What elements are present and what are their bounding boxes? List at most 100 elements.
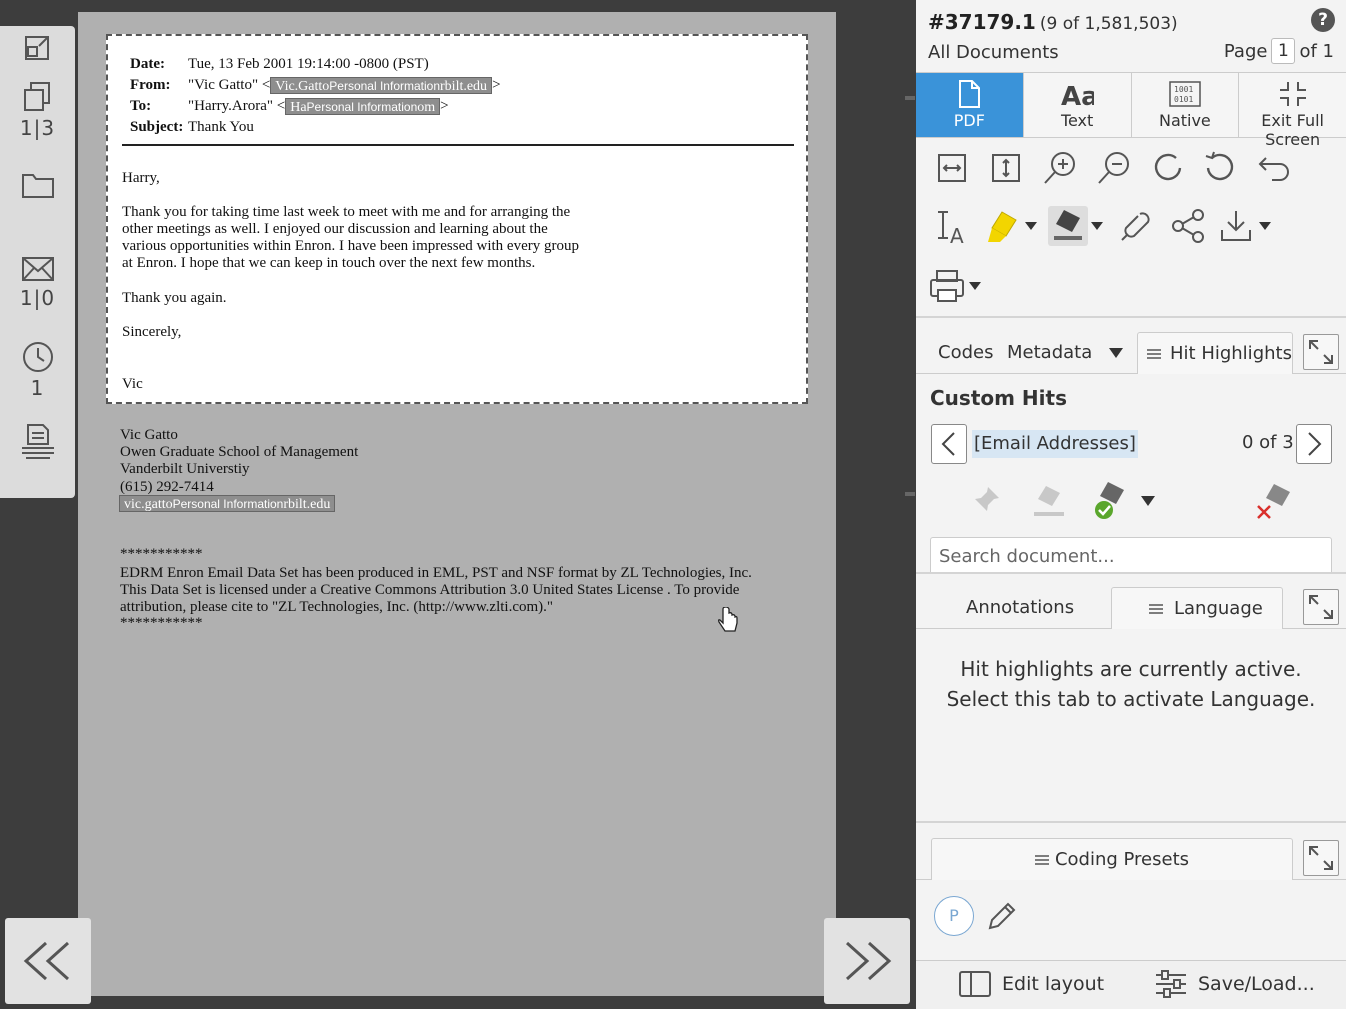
undo-icon[interactable] bbox=[1256, 152, 1292, 184]
tab-language[interactable]: Language bbox=[1111, 587, 1283, 629]
text-aa-icon: Aa bbox=[1061, 82, 1094, 109]
rotate-clockwise-icon[interactable] bbox=[1150, 150, 1186, 186]
document-stack-icon bbox=[21, 424, 54, 459]
header-divider bbox=[122, 144, 794, 146]
print-queue-button[interactable] bbox=[0, 422, 75, 462]
accept-dropdown-icon[interactable] bbox=[1140, 494, 1156, 508]
reject-marker-icon[interactable] bbox=[1254, 480, 1298, 524]
share-icon[interactable] bbox=[1170, 208, 1206, 244]
page-control: Page 1 of 1 bbox=[1224, 38, 1334, 64]
signature-email: vic.gattoPersonal Informationrbilt.edu bbox=[119, 495, 336, 513]
expand-annotation-panel-button[interactable] bbox=[1303, 589, 1339, 625]
expand-icon bbox=[1309, 595, 1333, 619]
bottom-bar: Edit layout Save/Load... bbox=[916, 960, 1346, 1009]
history-button[interactable]: 1 bbox=[0, 340, 75, 400]
previous-document-button[interactable] bbox=[5, 918, 91, 1004]
binary-file-icon: 10010101 bbox=[1169, 81, 1201, 107]
info-tabbar: Codes Metadata Hit Highlights bbox=[916, 332, 1346, 374]
collection-name[interactable]: All Documents bbox=[928, 42, 1059, 63]
tab-annotations[interactable]: Annotations bbox=[966, 587, 1074, 629]
expand-presets-panel-button[interactable] bbox=[1303, 840, 1339, 876]
more-tabs-dropdown-icon[interactable] bbox=[1108, 346, 1124, 360]
tab-coding-presets[interactable]: Coding Presets bbox=[931, 838, 1293, 880]
email-greeting: Harry, bbox=[122, 170, 160, 186]
print-icon[interactable] bbox=[928, 268, 966, 304]
highlighter-dropdown-icon[interactable] bbox=[1024, 220, 1038, 232]
rotate-counterclockwise-icon[interactable] bbox=[1202, 150, 1238, 186]
previous-hit-button[interactable] bbox=[931, 424, 967, 464]
fit-height-icon[interactable] bbox=[990, 152, 1022, 184]
pencil-icon[interactable] bbox=[984, 898, 1020, 934]
attach-link-icon[interactable] bbox=[1118, 208, 1154, 244]
text-select-icon[interactable]: A bbox=[934, 208, 970, 246]
tab-codes[interactable]: Codes bbox=[938, 332, 993, 374]
header-from: From: "Vic Gatto" < Vic.GattoPersonal Info… bbox=[130, 77, 501, 95]
svg-text:1001: 1001 bbox=[1174, 85, 1193, 94]
tab-metadata[interactable]: Metadata bbox=[1007, 332, 1092, 374]
expand-icon bbox=[1309, 846, 1333, 870]
folder-button[interactable] bbox=[0, 170, 75, 200]
popout-button[interactable] bbox=[0, 32, 75, 62]
sliders-icon bbox=[1156, 970, 1186, 998]
download-dropdown-icon[interactable] bbox=[1258, 220, 1272, 232]
double-chevron-left-icon bbox=[23, 941, 70, 981]
next-hit-button[interactable] bbox=[1296, 424, 1332, 464]
email-thread-button[interactable]: 1|0 bbox=[0, 254, 75, 310]
tab-hit-highlights[interactable]: Hit Highlights bbox=[1137, 332, 1293, 374]
drag-handle-icon bbox=[1149, 604, 1163, 614]
tab-text[interactable]: Aa Text bbox=[1023, 73, 1132, 137]
redaction-tool-bg[interactable] bbox=[1048, 206, 1088, 246]
redaction-box[interactable]: Vic.GattoPersonal Informationrbilt.edu bbox=[270, 77, 493, 95]
help-icon[interactable]: ? bbox=[1311, 8, 1335, 32]
save-load-button[interactable]: Save/Load... bbox=[1154, 969, 1315, 999]
edrm-notice: EDRM Enron Email Data Set has been produ… bbox=[120, 565, 752, 616]
hit-term[interactable]: [Email Addresses] bbox=[972, 430, 1138, 458]
pin-icon[interactable] bbox=[972, 484, 1002, 514]
panel-splitter[interactable] bbox=[905, 0, 915, 1009]
page-number-input[interactable]: 1 bbox=[1271, 38, 1296, 64]
attachments-button[interactable]: 1|3 bbox=[0, 80, 75, 140]
layout-icon bbox=[959, 971, 991, 997]
zoom-out-icon[interactable] bbox=[1096, 150, 1132, 186]
chevron-right-icon bbox=[1308, 432, 1322, 456]
expand-info-panel-button[interactable] bbox=[1303, 334, 1339, 370]
svg-text:Aa: Aa bbox=[1061, 82, 1094, 109]
envelope-icon bbox=[21, 257, 54, 281]
preset-avatar[interactable]: P bbox=[934, 896, 974, 936]
email-signature: Vic bbox=[122, 376, 143, 392]
notice-stars-top: *********** bbox=[120, 546, 203, 562]
zoom-in-icon[interactable] bbox=[1042, 150, 1078, 186]
next-document-button[interactable] bbox=[824, 918, 910, 1004]
print-dropdown-icon[interactable] bbox=[968, 280, 982, 292]
popout-icon bbox=[24, 36, 49, 60]
drag-handle-icon bbox=[1147, 349, 1161, 359]
accept-marker-icon[interactable] bbox=[1088, 478, 1132, 522]
redaction-dropdown-icon[interactable] bbox=[1090, 220, 1104, 232]
annotation-tabbar: Annotations Language bbox=[916, 587, 1346, 629]
svg-text:0101: 0101 bbox=[1174, 95, 1193, 104]
header-to: To: "Harry.Arora" < HaPersonal Information… bbox=[130, 98, 449, 116]
hit-count: 0 of 3 bbox=[1242, 432, 1294, 453]
fit-width-icon[interactable] bbox=[936, 152, 968, 184]
download-icon[interactable] bbox=[1218, 208, 1254, 244]
drag-handle-icon bbox=[1035, 855, 1049, 865]
header-subject: Subject: Thank You bbox=[130, 119, 254, 135]
double-chevron-right-icon bbox=[845, 941, 892, 981]
tab-pdf[interactable]: PDF bbox=[916, 73, 1024, 137]
redaction-box[interactable]: HaPersonal Informationom bbox=[285, 98, 441, 116]
email-page: Date: Tue, 13 Feb 2001 19:14:00 -0800 (PS… bbox=[106, 34, 808, 404]
highlighter-icon[interactable] bbox=[984, 206, 1024, 246]
redaction-box[interactable]: vic.gattoPersonal Informationrbilt.edu bbox=[119, 495, 336, 513]
tab-exit-full-screen[interactable]: Exit Full Screen bbox=[1239, 73, 1346, 149]
signature-block: Vic Gatto Owen Graduate School of Manage… bbox=[120, 427, 359, 495]
tab-native[interactable]: 1001 0101 Native bbox=[1131, 73, 1240, 137]
email-closing: Sincerely, bbox=[122, 324, 182, 340]
left-rail: 1|3 1|0 1 bbox=[0, 26, 75, 498]
email-thanks: Thank you again. bbox=[122, 290, 227, 306]
highlight-marker-icon[interactable] bbox=[1030, 482, 1066, 518]
email-paragraph: Thank you for taking time last week to m… bbox=[122, 204, 579, 271]
viewer-toolbar: A bbox=[916, 140, 1346, 316]
search-document-input[interactable]: Search document... bbox=[930, 537, 1332, 573]
svg-text:A: A bbox=[950, 224, 964, 246]
edit-layout-button[interactable]: Edit layout bbox=[958, 969, 1104, 999]
